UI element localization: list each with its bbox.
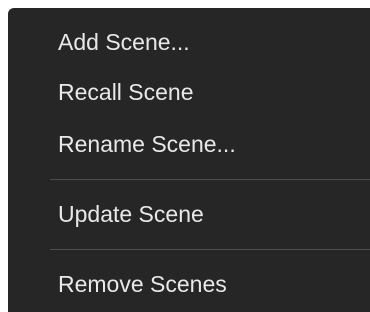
menu-item-rename-scene[interactable]: Rename Scene... xyxy=(58,126,236,162)
menu-item-update-scene[interactable]: Update Scene xyxy=(58,196,204,232)
menu-item-remove-scenes[interactable]: Remove Scenes xyxy=(58,266,227,302)
menu-separator xyxy=(50,249,370,250)
menu-item-add-scene[interactable]: Add Scene... xyxy=(58,24,190,60)
menu-separator xyxy=(50,179,370,180)
menu-item-recall-scene[interactable]: Recall Scene xyxy=(58,74,194,110)
scene-context-menu: Add Scene... Recall Scene Rename Scene..… xyxy=(8,8,370,312)
